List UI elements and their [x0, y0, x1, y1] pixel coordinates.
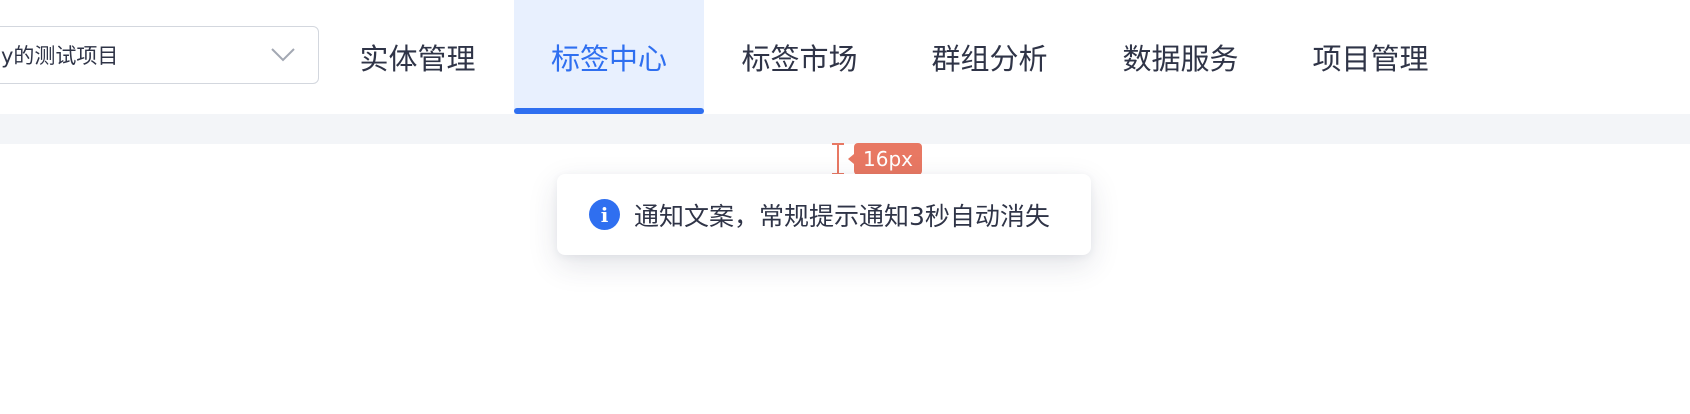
tab-tag-center[interactable]: 标签中心 [514, 0, 704, 114]
tab-label: 群组分析 [931, 42, 1048, 76]
content-header-strip [0, 114, 1690, 144]
tab-group-analysis[interactable]: 群组分析 [887, 0, 1092, 114]
project-select[interactable]: y的测试项目 [0, 26, 319, 84]
tab-project-management[interactable]: 项目管理 [1268, 0, 1473, 114]
tab-label: 实体管理 [359, 42, 476, 76]
tab-label: 标签市场 [741, 42, 858, 76]
spacing-measure-icon [832, 143, 844, 175]
notification-toast: i 通知文案，常规提示通知3秒自动消失 [557, 174, 1091, 255]
tab-tag-market[interactable]: 标签市场 [697, 0, 902, 114]
top-navigation-bar: y的测试项目 实体管理 标签中心 标签市场 群组分析 数据服务 项目管理 [0, 0, 1690, 114]
project-select-value: y的测试项目 [1, 44, 119, 68]
tab-label: 标签中心 [550, 42, 667, 76]
info-icon: i [589, 199, 620, 230]
tab-label: 项目管理 [1312, 42, 1429, 76]
chevron-down-icon [271, 48, 295, 62]
toast-message: 通知文案，常规提示通知3秒自动消失 [634, 201, 1050, 231]
spacing-annotation-badge: 16px [848, 143, 922, 175]
tab-entity-management[interactable]: 实体管理 [315, 0, 520, 114]
tab-data-service[interactable]: 数据服务 [1078, 0, 1283, 114]
tab-label: 数据服务 [1122, 42, 1239, 76]
